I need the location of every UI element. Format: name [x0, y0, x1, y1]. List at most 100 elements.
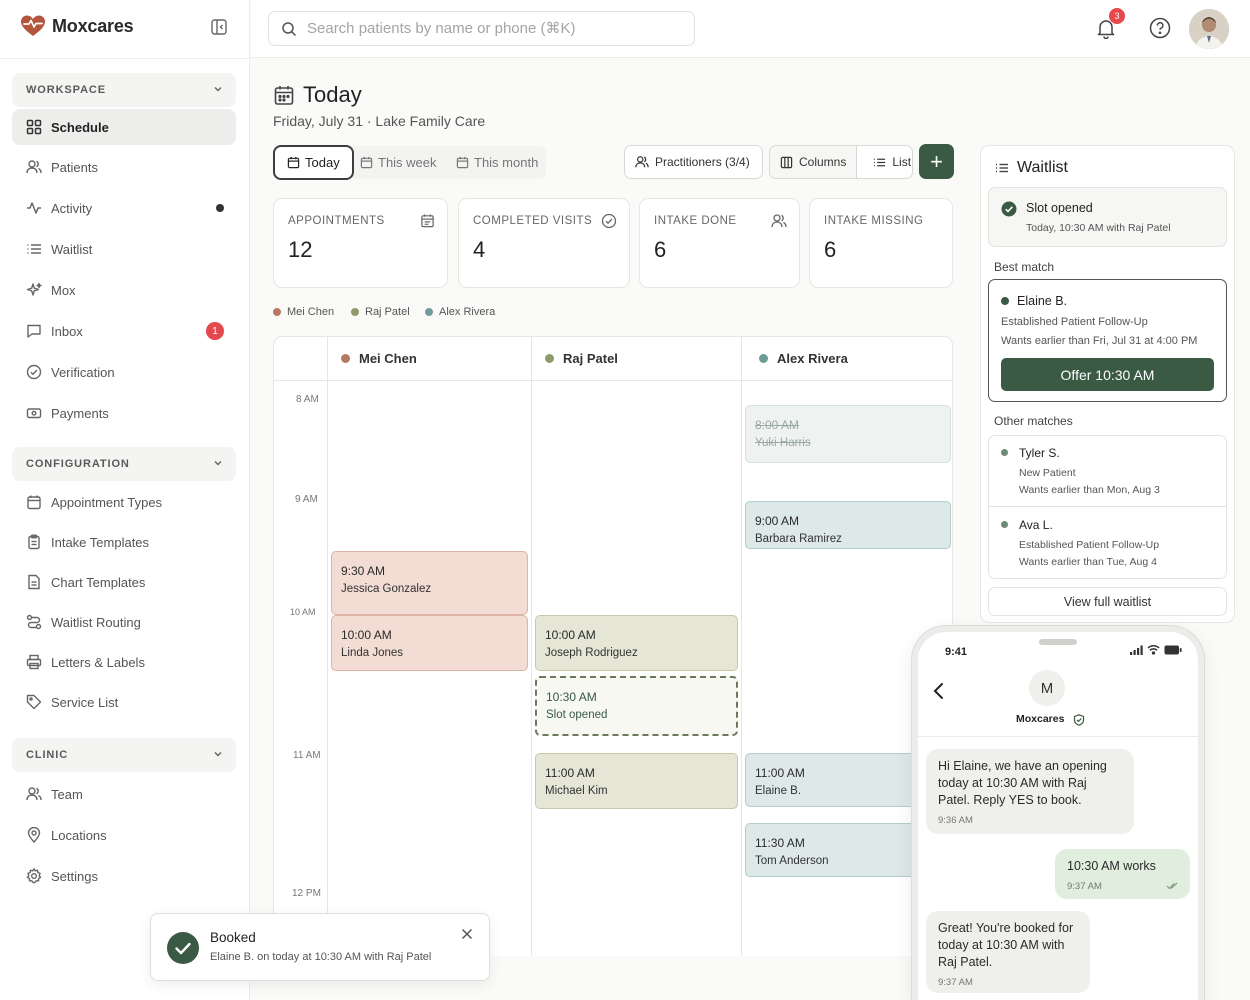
avatar[interactable] [1189, 9, 1229, 49]
payment-icon [26, 405, 42, 421]
tab-this-week[interactable]: This week [348, 145, 449, 180]
sidebar-item-team[interactable]: Team [12, 776, 236, 812]
appointment-time: 9:00 AM [755, 514, 800, 528]
match-type: Established Patient Follow-Up [1001, 316, 1148, 328]
match-name: Elaine B. [1017, 294, 1068, 308]
practitioners-label: Practitioners (3/4) [655, 155, 750, 169]
column-header-raj-patel[interactable]: Raj Patel [531, 337, 741, 381]
document-icon [26, 574, 42, 590]
sidebar-item-letters-labels[interactable]: Letters & Labels [12, 644, 236, 680]
sidebar-item-activity[interactable]: Activity [12, 190, 236, 226]
sidebar-item-waitlist-routing[interactable]: Waitlist Routing [12, 604, 236, 640]
list-icon [995, 161, 1009, 175]
stat-value: 12 [288, 237, 313, 262]
view-full-waitlist-button[interactable]: View full waitlist [988, 587, 1227, 616]
sidebar-item-schedule[interactable]: Schedule [12, 109, 236, 145]
close-icon[interactable] [461, 928, 473, 940]
back-arrow-icon[interactable] [932, 682, 946, 700]
group-clinic[interactable]: CLINIC [12, 738, 236, 772]
appointment-patient: Michael Kim [545, 785, 608, 797]
practitioners-button[interactable]: Practitioners (3/4) [624, 145, 763, 179]
hour-label: 9 AM [295, 494, 318, 505]
message-time: 9:37 AM [938, 977, 973, 988]
calendar-grid: Mei Chen Raj Patel Alex Rivera 8 AM 9 AM… [273, 336, 953, 956]
status-dot [1001, 449, 1008, 456]
column-header-alex-rivera[interactable]: Alex Rivera [741, 337, 952, 381]
group-configuration[interactable]: CONFIGURATION [12, 447, 236, 481]
hour-label: 12 PM [292, 888, 321, 899]
hour-label: 11 AM [293, 750, 321, 761]
search-bar[interactable] [268, 11, 695, 46]
columns-label: Columns [799, 155, 847, 169]
message-bubble-incoming: Great! You're booked for today at 10:30 … [926, 911, 1090, 993]
add-appointment-button[interactable]: + [919, 144, 954, 179]
sidebar-item-verification[interactable]: Verification [12, 354, 236, 390]
sidebar-item-chart-templates[interactable]: Chart Templates [12, 564, 236, 600]
appointment-card[interactable]: 10:00 AM Joseph Rodriguez [535, 615, 738, 671]
stat-label: COMPLETED VISITS [473, 215, 593, 227]
sidebar-item-appointment-types[interactable]: Appointment Types [12, 484, 236, 520]
help-icon[interactable] [1149, 17, 1171, 39]
match-wants: Wants earlier than Mon, Aug 3 [1019, 484, 1160, 496]
legend-dot [351, 308, 359, 316]
stat-card-intake-done: INTAKE DONE 6 [639, 198, 800, 288]
stat-label: INTAKE MISSING [824, 215, 924, 227]
column-header-mei-chen[interactable]: Mei Chen [327, 337, 531, 381]
status-dot [1001, 297, 1009, 305]
users-icon [635, 155, 649, 169]
sidebar-item-locations[interactable]: Locations [12, 817, 236, 853]
appointment-card[interactable]: 9:00 AM Barbara Ramirez [745, 501, 951, 549]
tab-label: Today [305, 155, 340, 170]
group-workspace[interactable]: WORKSPACE [12, 73, 236, 107]
sidebar-item-mox[interactable]: Mox [12, 272, 236, 308]
stat-value: 4 [473, 237, 486, 262]
appointment-time: 9:30 AM [341, 564, 386, 578]
message-bubble-incoming: Hi Elaine, we have an opening today at 1… [926, 749, 1134, 834]
appointment-patient: Joseph Rodriguez [545, 647, 638, 659]
chevron-down-icon [212, 457, 224, 469]
match-row[interactable]: Ava L. Established Patient Follow-Up Wan… [989, 508, 1226, 579]
practitioner-dot [341, 354, 350, 363]
brand[interactable]: Moxcares [20, 14, 134, 38]
sidebar-item-service-list[interactable]: Service List [12, 684, 236, 720]
appointment-card[interactable]: 10:00 AM Linda Jones [331, 615, 528, 671]
best-match-card[interactable]: Elaine B. Established Patient Follow-Up … [988, 279, 1227, 402]
topbar: 3 [251, 0, 1250, 58]
sidebar-item-label: Activity [51, 200, 93, 216]
slot-opened-title: Slot opened [1026, 201, 1093, 215]
page-subtitle: Friday, July 31 · Lake Family Care [273, 113, 486, 129]
sidebar-item-intake-templates[interactable]: Intake Templates [12, 524, 236, 560]
appointment-card[interactable]: 9:30 AM Jessica Gonzalez [331, 551, 528, 615]
contact-avatar: M [1029, 670, 1065, 706]
sidebar-item-patients[interactable]: Patients [12, 149, 236, 185]
search-input[interactable] [307, 20, 667, 37]
printer-icon [26, 654, 42, 670]
sidebar-item-payments[interactable]: Payments [12, 395, 236, 431]
waitlist-panel: Waitlist Slot opened Today, 10:30 AM wit… [980, 145, 1235, 623]
tab-this-month[interactable]: This month [444, 145, 550, 180]
users-icon [26, 786, 42, 802]
cancelled-appointment-card[interactable]: 8:00 AM Yuki Harris [745, 405, 951, 463]
match-row[interactable]: Tyler S. New Patient Wants earlier than … [989, 436, 1226, 507]
unread-dot [216, 204, 224, 212]
phone-time: 9:41 [945, 646, 968, 658]
toast-title: Booked [210, 930, 256, 945]
stat-label: INTAKE DONE [654, 215, 737, 227]
signal-icon [1130, 645, 1144, 655]
slot-opened-detail: Today, 10:30 AM with Raj Patel [1026, 222, 1171, 234]
sidebar-item-waitlist[interactable]: Waitlist [12, 231, 236, 267]
sidebar-collapse-icon[interactable] [210, 18, 228, 36]
sidebar-item-settings[interactable]: Settings [12, 858, 236, 894]
columns-button[interactable]: Columns [770, 146, 858, 178]
users-icon [771, 213, 787, 229]
stat-card-intake-missing: INTAKE MISSING 6 [809, 198, 953, 288]
list-button[interactable]: List [863, 146, 921, 178]
sidebar-item-inbox[interactable]: Inbox 1 [12, 313, 236, 349]
sidebar-item-label: Patients [51, 159, 98, 175]
stat-label: APPOINTMENTS [288, 215, 385, 227]
tab-today[interactable]: Today [273, 145, 354, 180]
appointment-card[interactable]: 11:00 AM Michael Kim [535, 753, 738, 809]
open-slot-card[interactable]: 10:30 AM Slot opened [535, 676, 738, 736]
sidebar-divider [0, 58, 250, 59]
offer-slot-button[interactable]: Offer 10:30 AM [1001, 358, 1214, 391]
